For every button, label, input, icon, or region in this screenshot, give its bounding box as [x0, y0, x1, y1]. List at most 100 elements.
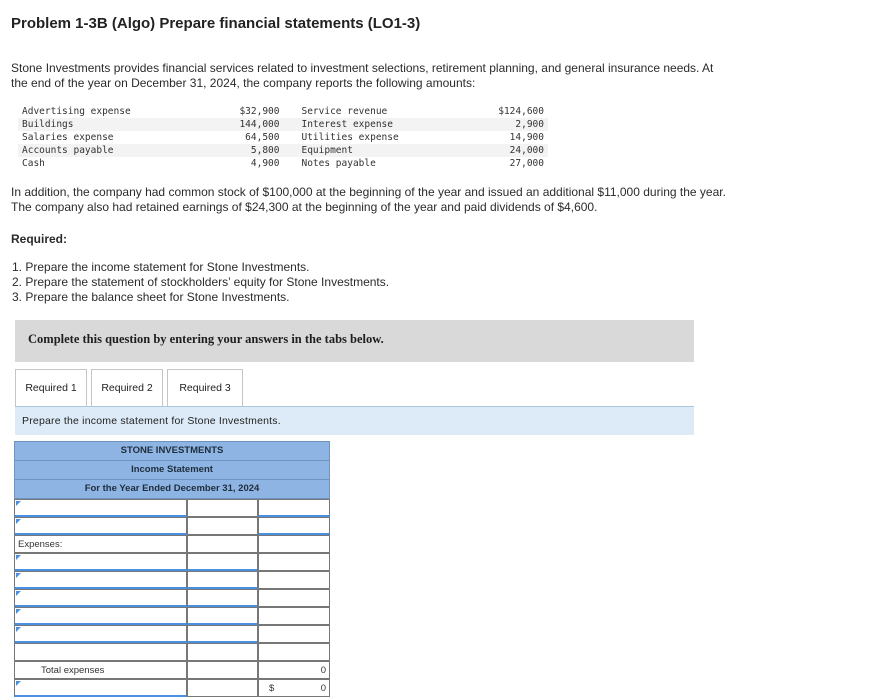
- intro-line-1: Stone Investments provides financial ser…: [11, 61, 714, 75]
- addition-line-2: The company also had retained earnings o…: [11, 200, 598, 214]
- total-expenses-label-cell: Total expenses: [14, 661, 187, 679]
- problem-intro: Stone Investments provides financial ser…: [11, 61, 771, 91]
- intro-line-2: the end of the year on December 31, 2024…: [11, 76, 476, 90]
- account-name: Service revenue: [301, 106, 388, 117]
- account-name: Cash: [22, 158, 45, 169]
- account-amount: 144,000: [178, 118, 284, 131]
- statement-company: STONE INVESTMENTS: [14, 441, 330, 461]
- total-expenses-value: 0: [320, 665, 326, 676]
- account-name: Salaries expense: [22, 132, 114, 143]
- table-row: Accounts payable 5,800 Equipment 24,000: [18, 144, 548, 157]
- amount-input[interactable]: [187, 571, 258, 589]
- expenses-label: Expenses:: [18, 539, 63, 550]
- amount-input[interactable]: [187, 535, 258, 553]
- account-select[interactable]: [14, 571, 187, 589]
- statement-row: [14, 571, 330, 589]
- amount-input[interactable]: [258, 517, 330, 535]
- account-select[interactable]: [14, 679, 187, 697]
- tab-required-3[interactable]: Required 3: [167, 369, 243, 406]
- account-amount: 14,900: [509, 132, 544, 143]
- total-expenses-label: Total expenses: [41, 665, 105, 676]
- prompt-text: Prepare the income statement for Stone I…: [22, 415, 281, 427]
- account-name: Buildings: [18, 118, 179, 131]
- account-select[interactable]: [14, 499, 187, 517]
- dropdown-marker-icon: [16, 555, 21, 560]
- dropdown-marker-icon: [16, 573, 21, 578]
- table-row: Advertising expense $32,900 Service reve…: [18, 105, 548, 118]
- amount-input[interactable]: [258, 571, 330, 589]
- account-name: Advertising expense: [22, 106, 131, 117]
- requirements-list: 1. Prepare the income statement for Ston…: [12, 260, 389, 305]
- dropdown-marker-icon: [16, 609, 21, 614]
- account-amount: 24,000: [458, 144, 548, 157]
- account-name: Notes payable: [301, 158, 376, 169]
- account-amount: 5,800: [178, 144, 284, 157]
- dropdown-marker-icon: [16, 501, 21, 506]
- dropdown-marker-icon: [16, 627, 21, 632]
- account-amount: 27,000: [509, 158, 544, 169]
- total-expenses-cell: 0: [258, 661, 330, 679]
- amount-input[interactable]: [258, 625, 330, 643]
- account-amount: 64,500: [245, 132, 280, 143]
- additional-info: In addition, the company had common stoc…: [11, 185, 791, 215]
- statement-row: [14, 607, 330, 625]
- amount-input[interactable]: [258, 499, 330, 517]
- table-row: Cash 4,900 Notes payable 27,000: [18, 157, 548, 170]
- account-amount: $124,600: [498, 106, 544, 117]
- amount-input[interactable]: [258, 607, 330, 625]
- amount-input[interactable]: [187, 589, 258, 607]
- instruction-banner: Complete this question by entering your …: [15, 320, 694, 362]
- amount-input[interactable]: [258, 589, 330, 607]
- amount-input[interactable]: [258, 553, 330, 571]
- account-select[interactable]: [14, 589, 187, 607]
- dropdown-marker-icon: [16, 591, 21, 596]
- required-heading: Required:: [11, 232, 68, 246]
- prompt-bar: Prepare the income statement for Stone I…: [15, 407, 694, 435]
- account-name: Equipment: [283, 144, 459, 157]
- account-select[interactable]: [14, 607, 187, 625]
- table-row: Buildings 144,000 Interest expense 2,900: [18, 118, 548, 131]
- amount-input[interactable]: [187, 625, 258, 643]
- income-statement-worksheet: STONE INVESTMENTS Income Statement For t…: [14, 441, 330, 697]
- account-amount: $32,900: [239, 106, 280, 117]
- account-name: Interest expense: [283, 118, 459, 131]
- instruction-text: Complete this question by entering your …: [28, 332, 384, 346]
- blank-cell: [258, 643, 330, 661]
- net-income-cell: $ 0: [258, 679, 330, 697]
- statement-row: [14, 589, 330, 607]
- addition-line-1: In addition, the company had common stoc…: [11, 185, 726, 199]
- statement-row: [14, 553, 330, 571]
- account-select[interactable]: [14, 625, 187, 643]
- statement-row: $ 0: [14, 679, 330, 697]
- account-name: Utilities expense: [301, 132, 399, 143]
- account-amount: 4,900: [250, 158, 280, 169]
- account-balances-table: Advertising expense $32,900 Service reve…: [18, 105, 548, 170]
- amount-input[interactable]: [187, 499, 258, 517]
- account-select[interactable]: [14, 517, 187, 535]
- account-name: Accounts payable: [18, 144, 179, 157]
- statement-row: [14, 499, 330, 517]
- expenses-label-cell: Expenses:: [14, 535, 187, 553]
- list-item: 2. Prepare the statement of stockholders…: [12, 275, 390, 289]
- account-select[interactable]: [14, 553, 187, 571]
- statement-row: [14, 517, 330, 535]
- list-item: 3. Prepare the balance sheet for Stone I…: [12, 290, 290, 304]
- blank-cell: [187, 679, 258, 697]
- amount-input[interactable]: [187, 553, 258, 571]
- statement-row: [14, 643, 330, 661]
- tab-required-1[interactable]: Required 1: [15, 369, 87, 406]
- statement-name: Income Statement: [14, 461, 330, 480]
- statement-row: Total expenses 0: [14, 661, 330, 679]
- amount-input[interactable]: [187, 607, 258, 625]
- amount-input[interactable]: [187, 517, 258, 535]
- tab-required-2[interactable]: Required 2: [91, 369, 163, 406]
- statement-period: For the Year Ended December 31, 2024: [14, 480, 330, 499]
- blank-cell: [187, 661, 258, 679]
- blank-cell: [187, 643, 258, 661]
- net-income-value: 0: [320, 683, 326, 694]
- account-amount: 2,900: [458, 118, 548, 131]
- problem-title: Problem 1-3B (Algo) Prepare financial st…: [11, 15, 421, 32]
- dropdown-marker-icon: [16, 519, 21, 524]
- statement-row: Expenses:: [14, 535, 330, 553]
- amount-input[interactable]: [258, 535, 330, 553]
